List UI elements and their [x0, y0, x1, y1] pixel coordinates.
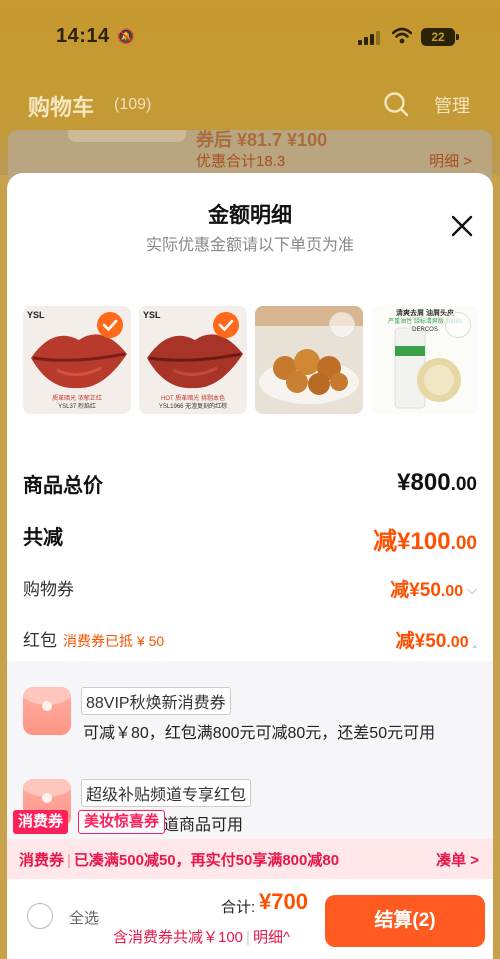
redpacket-row[interactable]: 红包 消费券已抵 ¥ 50 减¥50.00 ‸	[23, 626, 477, 652]
product-tag: HOT 质革暗光 挑剔本色	[161, 396, 225, 402]
voucher-value: 减¥50.00 ⌵	[390, 580, 477, 601]
chevron-down-icon[interactable]: ⌵	[467, 582, 477, 598]
coupon-title: 88VIP秋焕新消费券	[81, 687, 231, 715]
cart-count: (109)	[114, 96, 152, 113]
total-price-label: 商品总价	[23, 475, 103, 497]
promo-bar[interactable]: 消费券 | 已凑满500减50，再实付50享满800减80 凑单 >	[7, 839, 493, 879]
red-envelope-icon	[23, 687, 71, 735]
background-item-promo-total: 优惠合计18.3	[196, 153, 286, 170]
app-header: 购物车 (109) 管理	[0, 80, 500, 130]
beauty-coupon-chip[interactable]: 美妆惊喜券	[78, 810, 166, 834]
search-icon[interactable]	[382, 90, 410, 118]
redpacket-value: 减¥50.00 ‸	[395, 631, 477, 652]
brand-logo: YSL	[143, 310, 161, 320]
page-title: 购物车	[28, 95, 95, 120]
wifi-icon	[392, 27, 412, 44]
product-caption: 质革暗光 浓郁正红 YSL37 烈焰红	[23, 395, 131, 411]
sum-value: ¥700	[259, 889, 308, 914]
promo-text: 消费券 | 已凑满500减50，再实付50享满800减80	[19, 852, 340, 869]
unselected-check-icon[interactable]	[445, 312, 471, 338]
manage-button[interactable]: 管理	[434, 92, 470, 118]
background-item-detail-link[interactable]: 明细 >	[429, 150, 472, 171]
battery-indicator: 22	[421, 28, 459, 46]
total-reduce-label: 共减	[23, 527, 63, 549]
detail-toggle[interactable]: 明细^	[253, 929, 290, 946]
redpacket-label: 红包 消费券已抵 ¥ 50	[23, 631, 165, 650]
status-bar: 14:14 🔕 22	[0, 0, 500, 70]
select-all-radio[interactable]	[27, 903, 53, 929]
background-item-price: 券后 ¥81.7 ¥100	[196, 130, 328, 150]
product-tag: 质革暗光 浓郁正红	[52, 396, 102, 402]
amount-detail-sheet: 金额明细 实际优惠金额请以下单页为准 YSL 质革暗光 浓郁正红 YSL37 烈…	[7, 173, 493, 959]
brand-logo: YSL	[27, 310, 45, 320]
add-items-link[interactable]: 凑单 >	[436, 849, 479, 870]
product-caption: HOT 质革暗光 挑剔本色 YSL1966 无渣复刻的红棕	[139, 395, 247, 411]
status-time: 14:14	[56, 25, 110, 47]
consume-coupon-chip[interactable]: 消费券	[13, 810, 69, 834]
close-icon[interactable]	[447, 211, 477, 241]
select-all-label[interactable]: 全选	[69, 907, 99, 928]
sheet-subtitle: 实际优惠金额请以下单页为准	[145, 237, 354, 254]
voucher-row[interactable]: 购物券 减¥50.00 ⌵	[23, 575, 477, 601]
selected-check-icon[interactable]	[97, 312, 123, 338]
voucher-label: 购物券	[23, 580, 74, 599]
coupon-description: 可减￥80，红包满800元可减80元，还差50元可用	[83, 725, 436, 742]
product-thumbnail[interactable]	[255, 306, 363, 414]
sum-label: 合计:	[221, 899, 256, 916]
redpacket-note: 消费券已抵 ¥ 50	[63, 633, 165, 649]
product-thumbnails: YSL 质革暗光 浓郁正红 YSL37 烈焰红 YSL HOT 质革暗光 挑剔本…	[23, 306, 493, 416]
coupon-title: 超级补贴频道专享红包	[81, 779, 252, 807]
signal-icon	[358, 30, 380, 45]
total-reduce-value: 减¥100.00	[373, 528, 477, 555]
unselected-check-icon[interactable]	[329, 312, 355, 338]
product-thumbnail[interactable]: 清爽去屑 油屑头皮 严重油性 绿标清爽版 200ml DERCOS	[371, 306, 479, 414]
sum-note: 含消费券共减￥100 | 明细^	[113, 929, 290, 946]
product-thumbnail[interactable]: YSL 质革暗光 浓郁正红 YSL37 烈焰红	[23, 306, 131, 414]
coupon-item[interactable]: 88VIP秋焕新消费券 可减￥80，红包满800元可减80元，还差50元可用	[23, 687, 477, 743]
total-price-row: 商品总价 ¥800.00	[23, 469, 477, 499]
total-reduce-row: 共减 减¥100.00	[23, 521, 477, 555]
bell-muted-icon: 🔕	[117, 28, 135, 44]
background-item-thumbnail	[68, 130, 186, 142]
checkout-button[interactable]: 结算(2)	[325, 895, 485, 947]
sheet-title: 金额明细	[208, 204, 292, 227]
product-name: YSL37 烈焰红	[58, 404, 96, 410]
chevron-up-icon[interactable]: ‸	[473, 633, 477, 649]
checkout-bar: 全选 合计: ¥700 含消费券共减￥100 | 明细^ 结算(2)	[7, 879, 493, 959]
total-price-value: ¥800.00	[397, 469, 477, 496]
selected-check-icon[interactable]	[213, 312, 239, 338]
product-name: YSL1966 无渣复刻的红棕	[158, 404, 228, 410]
product-thumbnail[interactable]: YSL HOT 质革暗光 挑剔本色 YSL1966 无渣复刻的红棕	[139, 306, 247, 414]
